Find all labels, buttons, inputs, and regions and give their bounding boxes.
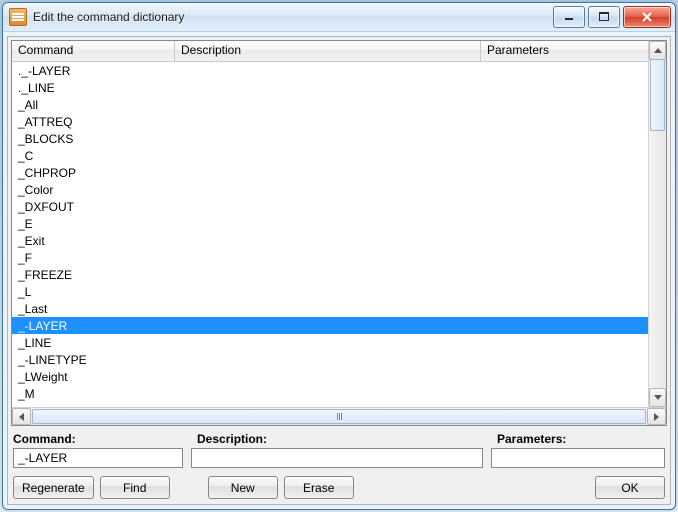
cell-command: _-LAYER — [12, 319, 174, 333]
scroll-up-button[interactable] — [649, 41, 666, 60]
button-bar: Regenerate Find New Erase OK — [11, 468, 667, 501]
cell-command: _Exit — [12, 234, 174, 248]
find-button[interactable]: Find — [100, 476, 170, 499]
vertical-scrollbar[interactable] — [648, 41, 666, 407]
table-row[interactable]: _-LAYER — [12, 317, 648, 334]
cell-command: _LINE — [12, 336, 174, 350]
client-area: Command Description Parameters ._-LAYER.… — [7, 36, 671, 505]
minimize-button[interactable] — [553, 6, 585, 28]
table-row[interactable]: _ATTREQ — [12, 113, 648, 130]
chevron-down-icon — [654, 395, 662, 400]
cell-command: _LWeight — [12, 370, 174, 384]
table-row[interactable]: _CHPROP — [12, 164, 648, 181]
parameters-input[interactable] — [491, 448, 665, 468]
chevron-right-icon — [654, 413, 659, 421]
field-labels: Command: Description: Parameters: — [11, 432, 667, 446]
cell-command: _CHPROP — [12, 166, 174, 180]
table-row[interactable]: _Color — [12, 181, 648, 198]
horizontal-scrollbar[interactable] — [12, 407, 666, 425]
cell-command: _FREEZE — [12, 268, 174, 282]
cell-command: _Last — [12, 302, 174, 316]
grid-rows[interactable]: ._-LAYER ._LINE _All _ATTREQ _BLOCKS _C _CHPRO… — [12, 62, 648, 407]
table-row[interactable]: _All — [12, 96, 648, 113]
scroll-left-button[interactable] — [12, 408, 31, 425]
table-row[interactable]: _LINE — [12, 334, 648, 351]
titlebar[interactable]: Edit the command dictionary — [3, 3, 675, 32]
table-row[interactable]: _M — [12, 385, 648, 402]
horizontal-scroll-thumb[interactable] — [32, 409, 646, 424]
regenerate-button[interactable]: Regenerate — [13, 476, 94, 499]
maximize-button[interactable] — [588, 6, 620, 28]
cell-command: _ATTREQ — [12, 115, 174, 129]
table-row[interactable]: ._LINE — [12, 79, 648, 96]
table-row[interactable]: _LWeight — [12, 368, 648, 385]
window-buttons — [553, 6, 671, 28]
command-input[interactable] — [13, 448, 183, 468]
window-title: Edit the command dictionary — [33, 10, 553, 24]
table-row[interactable]: _F — [12, 249, 648, 266]
grid-header: Command Description Parameters — [12, 41, 648, 62]
description-label: Description: — [197, 432, 497, 446]
table-row[interactable]: _E — [12, 215, 648, 232]
cell-command: _Color — [12, 183, 174, 197]
cell-command: _F — [12, 251, 174, 265]
close-icon — [641, 12, 653, 22]
cell-command: _L — [12, 285, 174, 299]
chevron-up-icon — [654, 48, 662, 53]
column-header-description[interactable]: Description — [175, 41, 481, 61]
close-button[interactable] — [623, 6, 671, 28]
table-row[interactable]: _L — [12, 283, 648, 300]
minimize-icon — [564, 12, 574, 22]
cell-command: _BLOCKS — [12, 132, 174, 146]
dialog-window: Edit the command dictionary Command Desc… — [2, 2, 676, 510]
column-header-command[interactable]: Command — [12, 41, 175, 61]
table-row[interactable]: _Last — [12, 300, 648, 317]
cell-command: _E — [12, 217, 174, 231]
table-row[interactable]: _DXFOUT — [12, 198, 648, 215]
table-row[interactable]: ._-LAYER — [12, 62, 648, 79]
cell-command: _All — [12, 98, 174, 112]
cell-command: ._-LAYER — [12, 64, 174, 78]
chevron-left-icon — [19, 413, 24, 421]
cell-command: _C — [12, 149, 174, 163]
edit-fields — [11, 446, 667, 468]
new-button[interactable]: New — [208, 476, 278, 499]
app-icon — [9, 8, 27, 26]
parameters-label: Parameters: — [497, 432, 665, 446]
vertical-scroll-thumb[interactable] — [650, 59, 665, 131]
command-label: Command: — [13, 432, 197, 446]
table-row[interactable]: _C — [12, 147, 648, 164]
command-grid: Command Description Parameters ._-LAYER.… — [11, 40, 667, 426]
scroll-right-button[interactable] — [647, 408, 666, 425]
erase-button[interactable]: Erase — [284, 476, 354, 499]
ok-button[interactable]: OK — [595, 476, 665, 499]
table-row[interactable]: _Exit — [12, 232, 648, 249]
table-row[interactable]: _FREEZE — [12, 266, 648, 283]
scroll-down-button[interactable] — [649, 388, 666, 407]
maximize-icon — [599, 12, 609, 22]
cell-command: ._LINE — [12, 81, 174, 95]
column-header-parameters[interactable]: Parameters — [481, 41, 648, 61]
table-row[interactable]: _BLOCKS — [12, 130, 648, 147]
cell-command: _-LINETYPE — [12, 353, 174, 367]
cell-command: _M — [12, 387, 174, 401]
cell-command: _DXFOUT — [12, 200, 174, 214]
table-row[interactable]: _-LINETYPE — [12, 351, 648, 368]
description-input[interactable] — [191, 448, 483, 468]
